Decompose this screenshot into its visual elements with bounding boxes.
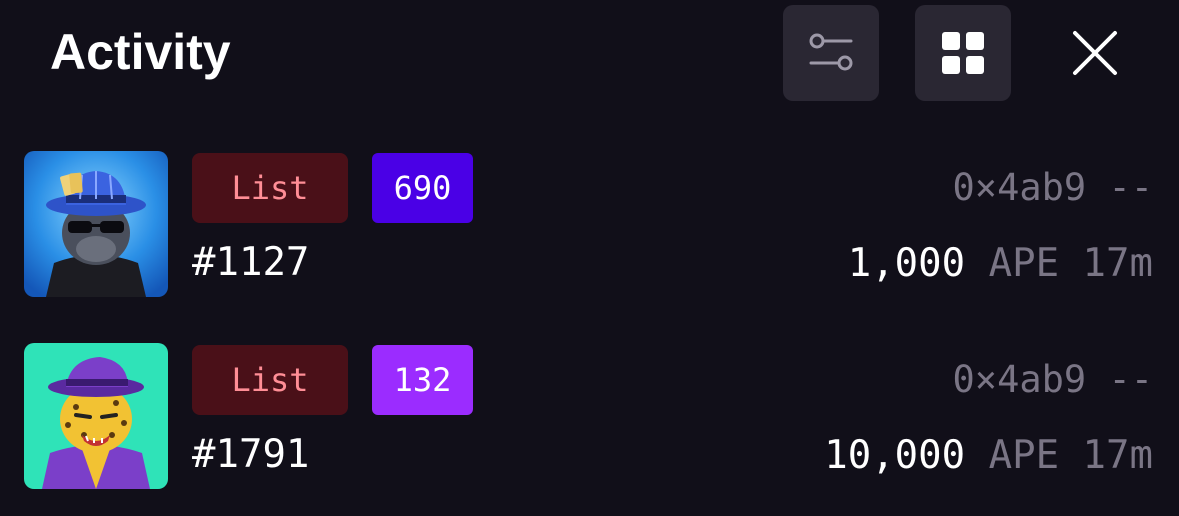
price-line: 10,000 APE 17m xyxy=(824,431,1153,481)
sliders-icon xyxy=(809,33,853,71)
nft-thumbnail[interactable] xyxy=(24,343,168,489)
activity-row[interactable]: List 132 #1791 0×4ab9 -- 10,000 APE 17m xyxy=(0,343,1179,489)
cheetah-avatar-image xyxy=(24,343,168,489)
event-type-badge: List xyxy=(192,345,348,415)
price-currency: APE xyxy=(988,433,1060,478)
event-type-badge: List xyxy=(192,153,348,223)
grid-view-icon xyxy=(942,32,984,74)
close-icon xyxy=(1073,31,1117,75)
nft-thumbnail[interactable] xyxy=(24,151,168,297)
ape-avatar-image xyxy=(24,151,168,297)
price-amount: 10,000 xyxy=(824,433,966,478)
filter-button[interactable] xyxy=(783,5,879,101)
price-amount: 1,000 xyxy=(847,241,966,286)
rank-badge: 132 xyxy=(372,345,473,415)
rank-badge: 690 xyxy=(372,153,473,223)
wallet-address[interactable]: 0×4ab9 -- xyxy=(953,165,1153,211)
token-id[interactable]: #1791 xyxy=(192,429,309,481)
wallet-address[interactable]: 0×4ab9 -- xyxy=(953,357,1153,403)
grid-view-button[interactable] xyxy=(915,5,1011,101)
page-title: Activity xyxy=(50,24,231,80)
timestamp: 17m xyxy=(1082,433,1153,478)
price-line: 1,000 APE 17m xyxy=(848,239,1153,289)
close-button[interactable] xyxy=(1047,5,1143,101)
price-currency: APE xyxy=(988,241,1060,286)
token-id[interactable]: #1127 xyxy=(192,237,309,289)
timestamp: 17m xyxy=(1082,241,1153,286)
activity-panel: Activity List 690 #1127 0×4ab9 -- 1,000 … xyxy=(0,0,1179,516)
activity-row[interactable]: List 690 #1127 0×4ab9 -- 1,000 APE 17m xyxy=(0,151,1179,297)
